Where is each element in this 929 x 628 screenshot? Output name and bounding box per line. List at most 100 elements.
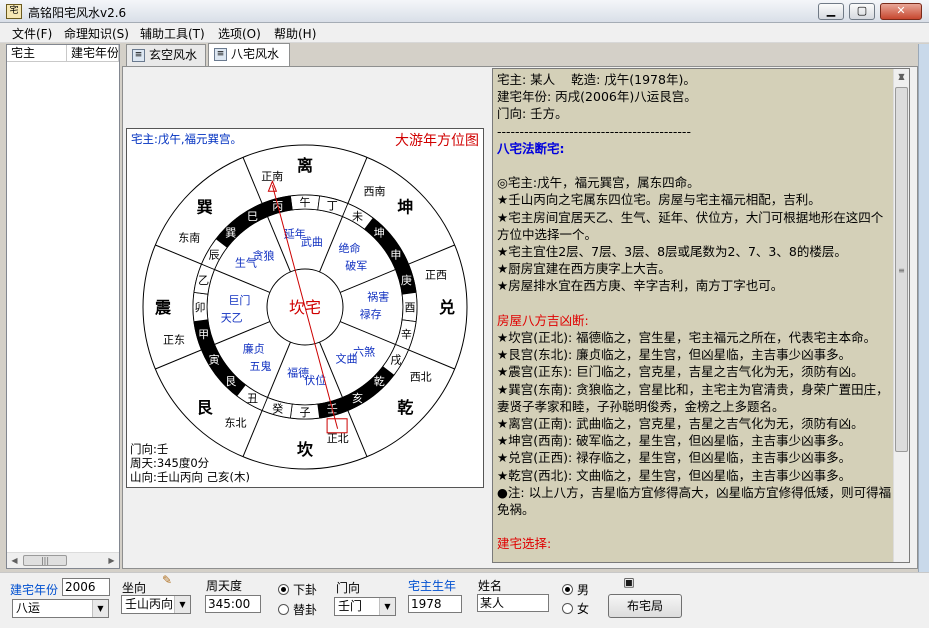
chevron-down-icon[interactable]: ▼ bbox=[92, 600, 108, 617]
yun-value: 八运 bbox=[16, 601, 41, 615]
bagua-wheel: 午丁未坤申庚酉辛戌乾亥壬子癸丑艮寅甲卯乙辰巽巳丙离坤兑乾坎艮震巽正南西南正西西北… bbox=[130, 132, 479, 484]
sit-direction-select[interactable]: 壬山丙向 ▼ bbox=[121, 595, 191, 614]
palace-label: 乾 bbox=[397, 398, 413, 417]
radio-label: 男 bbox=[577, 583, 590, 597]
mountain-label: 甲 bbox=[198, 328, 209, 341]
tab-label: 玄空风水 bbox=[149, 48, 198, 62]
yun-select[interactable]: 八运 ▼ bbox=[12, 599, 109, 618]
report-line: ★巽宫(东南): 贪狼临之，宫星比和，主宅主为官清贵，身荣广置田庄，妻贤子孝家和… bbox=[497, 381, 889, 414]
vertical-scrollbar[interactable]: ▲ ≡ ▼ bbox=[893, 69, 909, 562]
mountain-label: 辛 bbox=[401, 327, 412, 341]
radio-tigua[interactable]: 替卦 bbox=[278, 601, 317, 618]
report-line: ★宅主宜住2层、7层、3层、8层或尾数为2、7、3、8的楼层。 bbox=[497, 244, 847, 260]
report-line: ★房屋排水宜在西方庚、辛字吉利，南方丁字也可。 bbox=[497, 278, 784, 294]
menu-knowledge[interactable]: 命理知识(S) bbox=[64, 25, 129, 42]
direction-label: 西南 bbox=[364, 185, 386, 198]
report-line bbox=[497, 518, 892, 535]
house-list[interactable]: 宅主 建宅年份 ◀ ||| ▶ bbox=[6, 44, 120, 569]
layout-house-button[interactable]: 布宅局 bbox=[608, 594, 682, 618]
report-line: ★宅主房间宜居天乙、生气、延年、伏位方，大门可根据地形在这四个方位中选择一个。 bbox=[497, 209, 884, 242]
sit-direction-label: 坐向 bbox=[122, 581, 147, 595]
menu-options[interactable]: 选项(O) bbox=[218, 25, 261, 42]
menu-tools[interactable]: 辅助工具(T) bbox=[140, 25, 205, 42]
column-header-build-year[interactable]: 建宅年份 bbox=[67, 45, 119, 62]
menu-help[interactable]: 帮助(H) bbox=[274, 25, 316, 42]
tab-bazhai[interactable]: ≡ 八宅风水 bbox=[208, 43, 290, 67]
maximize-icon[interactable]: ▢ bbox=[849, 3, 875, 20]
report-panel[interactable]: 宅主: 某人 乾造: 戊午(1978年)。 建宅年份: 丙戌(2006年)八运艮宫… bbox=[492, 68, 910, 563]
radio-dot bbox=[562, 603, 573, 614]
mountain-label: 乙 bbox=[198, 274, 209, 287]
star-label: 福德 bbox=[287, 366, 309, 380]
build-year-input[interactable]: 2006 bbox=[62, 578, 110, 596]
report-line: ★壬山丙向之宅属东四位宅。房屋与宅主福元相配，吉利。 bbox=[497, 192, 821, 208]
radio-dot bbox=[278, 584, 289, 595]
degree-input[interactable]: 345:00 bbox=[205, 595, 261, 613]
control-panel: 建宅年份 2006 八运 ▼ 坐向 ✎ 壬山丙向 ▼ 周天度 345:00 下卦… bbox=[0, 572, 929, 628]
radio-xiagua[interactable]: 下卦 bbox=[278, 581, 317, 598]
star-label: 禄存 bbox=[360, 307, 382, 321]
edit-icon[interactable]: ✎ bbox=[160, 573, 174, 587]
mountain-label: 巳 bbox=[247, 210, 258, 223]
door-select[interactable]: 壬门 ▼ bbox=[334, 597, 396, 616]
report-line: ★坎宫(正北): 福德临之，宫生星，宅主福元之所在，代表宅主本命。 bbox=[497, 330, 877, 346]
star-label: 贪狼 bbox=[253, 249, 275, 263]
scroll-thumb[interactable]: ≡ bbox=[895, 87, 908, 452]
direction-label: 正北 bbox=[327, 432, 349, 445]
report-line: 房屋八方吉凶断: bbox=[497, 312, 589, 328]
direction-label: 正东 bbox=[163, 334, 185, 347]
report-line: ◎宅主:戊午，福元巽宫，属东四命。 bbox=[497, 175, 700, 191]
star-label: 武曲 bbox=[301, 235, 323, 248]
mountain-label: 亥 bbox=[352, 391, 363, 405]
save-icon[interactable]: ▣ bbox=[622, 575, 636, 589]
menu-bar: 文件(F) 命理知识(S) 辅助工具(T) 选项(O) 帮助(H) bbox=[0, 23, 929, 43]
chevron-down-icon[interactable]: ▼ bbox=[174, 596, 190, 613]
star-label: 文曲 bbox=[336, 351, 358, 365]
column-header-owner[interactable]: 宅主 bbox=[7, 45, 67, 62]
mountain-label: 庚 bbox=[401, 273, 412, 287]
name-label: 姓名 bbox=[478, 579, 503, 593]
mountain-label: 子 bbox=[300, 406, 311, 419]
birth-year-label: 宅主生年 bbox=[408, 579, 457, 593]
direction-label: 正西 bbox=[425, 268, 447, 281]
scroll-thumb[interactable]: ||| bbox=[23, 555, 67, 566]
report-line: ★兑宫(正西): 禄存临之，星生宫，但凶星临，主吉事少凶事多。 bbox=[497, 450, 852, 466]
star-label: 破军 bbox=[345, 258, 367, 272]
direction-label: 东南 bbox=[178, 231, 200, 244]
chevron-down-icon[interactable]: ▼ bbox=[379, 598, 395, 615]
mountain-label: 癸 bbox=[272, 401, 283, 415]
star-label: 巨门 bbox=[228, 293, 250, 307]
tab-label: 八宅风水 bbox=[231, 47, 280, 61]
mountain-label: 卯 bbox=[195, 301, 206, 314]
sit-direction-value: 壬山丙向 bbox=[125, 597, 174, 611]
report-line bbox=[497, 157, 892, 174]
mountain-label: 巽 bbox=[225, 227, 236, 240]
tab-xuankong[interactable]: ≡ 玄空风水 bbox=[126, 44, 206, 66]
name-input[interactable]: 某人 bbox=[477, 594, 549, 612]
star-label: 绝命 bbox=[339, 241, 361, 255]
radio-female[interactable]: 女 bbox=[562, 600, 589, 617]
report-line: ★厨房宜建在西方庚字上大吉。 bbox=[497, 261, 671, 277]
star-label: 天乙 bbox=[221, 311, 243, 324]
report-text: 宅主: 某人 乾造: 戊午(1978年)。 建宅年份: 丙戌(2006年)八运艮宫… bbox=[497, 71, 892, 553]
report-line: 宅主: 某人 乾造: 戊午(1978年)。 bbox=[497, 72, 696, 87]
star-label: 五鬼 bbox=[250, 359, 272, 373]
scroll-down-icon[interactable]: ▼ bbox=[894, 69, 909, 84]
birth-year-input[interactable]: 1978 bbox=[408, 595, 462, 613]
direction-label: 东北 bbox=[225, 417, 247, 430]
scroll-left-icon[interactable]: ◀ bbox=[7, 553, 22, 568]
mountain-label: 辰 bbox=[209, 249, 220, 262]
diagram-footer-line: 山向:壬山丙向 己亥(木) bbox=[130, 470, 250, 484]
minimize-icon[interactable]: ▁ bbox=[818, 3, 844, 20]
close-icon[interactable]: ✕ bbox=[880, 3, 922, 20]
mountain-label: 艮 bbox=[225, 375, 236, 388]
horizontal-scrollbar[interactable]: ◀ ||| ▶ bbox=[7, 552, 119, 568]
mountain-label: 戌 bbox=[390, 354, 401, 367]
radio-male[interactable]: 男 bbox=[562, 581, 589, 598]
palace-label: 坎 bbox=[297, 440, 313, 459]
scroll-right-icon[interactable]: ▶ bbox=[104, 553, 119, 568]
report-line: 门向: 壬方。 bbox=[497, 106, 568, 122]
palace-label: 离 bbox=[297, 156, 313, 175]
menu-file[interactable]: 文件(F) bbox=[12, 25, 52, 42]
mountain-label: 酉 bbox=[405, 301, 416, 314]
